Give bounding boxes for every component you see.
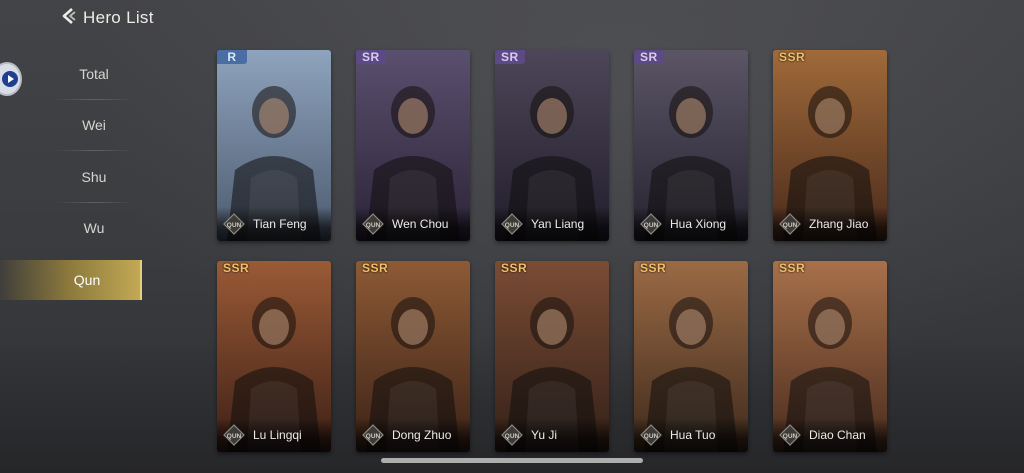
hero-card[interactable]: SR QUN Yan Liang bbox=[495, 50, 609, 241]
tab-label: Wei bbox=[82, 117, 106, 134]
hero-card[interactable]: R QUN Tian Feng bbox=[217, 50, 331, 241]
tab-label: Wu bbox=[83, 220, 105, 237]
hero-card[interactable]: SR QUN Hua Xiong bbox=[634, 50, 748, 241]
rarity-badge: SR bbox=[495, 50, 525, 64]
hero-card-footer: QUN Hua Tuo bbox=[634, 418, 748, 452]
hero-name: Wen Chou bbox=[392, 217, 449, 231]
page-title: Hero List bbox=[83, 8, 154, 27]
hero-card-footer: QUN Diao Chan bbox=[773, 418, 887, 452]
hero-card[interactable]: SSR QUN Yu Ji bbox=[495, 261, 609, 452]
faction-badge-text: QUN bbox=[505, 433, 520, 440]
faction-tabs: Total Wei Shu Wu Qun bbox=[0, 48, 154, 300]
tab-total[interactable]: Total bbox=[34, 48, 154, 100]
faction-badge-text: QUN bbox=[783, 222, 798, 229]
tab-wu[interactable]: Wu bbox=[34, 203, 154, 255]
rarity-badge: SSR bbox=[779, 261, 806, 275]
tab-label: Total bbox=[79, 65, 109, 82]
back-arrow-icon bbox=[60, 7, 78, 30]
hero-card-footer: QUN Dong Zhuo bbox=[356, 418, 470, 452]
hero-name: Dong Zhuo bbox=[392, 428, 452, 442]
hero-name: Yu Ji bbox=[531, 428, 558, 442]
hero-list-screen: Hero List Total Wei Shu Wu Qun R QUN Tian … bbox=[0, 0, 1024, 473]
rarity-badge: SR bbox=[634, 50, 664, 64]
hero-card[interactable]: SSR QUN Lu Lingqi bbox=[217, 261, 331, 452]
rarity-badge: SSR bbox=[779, 50, 806, 64]
faction-qun-icon: QUN bbox=[779, 213, 801, 235]
faction-badge-text: QUN bbox=[366, 433, 381, 440]
hero-name: Lu Lingqi bbox=[253, 428, 302, 442]
hero-card[interactable]: SSR QUN Hua Tuo bbox=[634, 261, 748, 452]
faction-qun-icon: QUN bbox=[223, 213, 245, 235]
hero-card-footer: QUN Lu Lingqi bbox=[217, 418, 331, 452]
faction-qun-icon: QUN bbox=[779, 424, 801, 446]
tab-qun[interactable]: Qun bbox=[0, 260, 142, 300]
rarity-badge: SR bbox=[356, 50, 386, 64]
hero-card-footer: QUN Wen Chou bbox=[356, 207, 470, 241]
hero-card[interactable]: SSR QUN Dong Zhuo bbox=[356, 261, 470, 452]
faction-qun-icon: QUN bbox=[362, 424, 384, 446]
play-icon bbox=[2, 71, 18, 87]
rarity-badge: SSR bbox=[501, 261, 528, 275]
faction-qun-icon: QUN bbox=[501, 213, 523, 235]
faction-badge-text: QUN bbox=[227, 433, 242, 440]
faction-badge-text: QUN bbox=[227, 222, 242, 229]
hero-card-footer: QUN Zhang Jiao bbox=[773, 207, 887, 241]
rarity-badge: R bbox=[217, 50, 247, 64]
hero-card-footer: QUN Tian Feng bbox=[217, 207, 331, 241]
tab-label: Shu bbox=[81, 168, 107, 185]
faction-badge-text: QUN bbox=[644, 433, 659, 440]
side-toggle-button[interactable] bbox=[0, 62, 22, 96]
header: Hero List bbox=[60, 6, 154, 30]
faction-qun-icon: QUN bbox=[640, 213, 662, 235]
tab-wei[interactable]: Wei bbox=[34, 100, 154, 151]
faction-badge-text: QUN bbox=[783, 433, 798, 440]
faction-badge-text: QUN bbox=[644, 222, 659, 229]
hero-card-footer: QUN Yu Ji bbox=[495, 418, 609, 452]
rarity-badge: SSR bbox=[223, 261, 250, 275]
faction-qun-icon: QUN bbox=[640, 424, 662, 446]
back-button[interactable]: Hero List bbox=[60, 7, 154, 30]
tab-label: Qun bbox=[73, 272, 101, 288]
hero-name: Diao Chan bbox=[809, 428, 866, 442]
hero-card-footer: QUN Yan Liang bbox=[495, 207, 609, 241]
faction-badge-text: QUN bbox=[366, 222, 381, 229]
rarity-badge: SSR bbox=[362, 261, 389, 275]
hero-name: Tian Feng bbox=[253, 217, 307, 231]
hero-card[interactable]: SSR QUN Diao Chan bbox=[773, 261, 887, 452]
home-indicator bbox=[381, 458, 643, 463]
tab-shu[interactable]: Shu bbox=[34, 151, 154, 203]
faction-qun-icon: QUN bbox=[362, 213, 384, 235]
hero-card-footer: QUN Hua Xiong bbox=[634, 207, 748, 241]
faction-badge-text: QUN bbox=[505, 222, 520, 229]
rarity-badge: SSR bbox=[640, 261, 667, 275]
hero-card[interactable]: SR QUN Wen Chou bbox=[356, 50, 470, 241]
hero-name: Hua Tuo bbox=[670, 428, 716, 442]
hero-name: Hua Xiong bbox=[670, 217, 727, 231]
hero-name: Yan Liang bbox=[531, 217, 585, 231]
faction-qun-icon: QUN bbox=[223, 424, 245, 446]
hero-card[interactable]: SSR QUN Zhang Jiao bbox=[773, 50, 887, 241]
faction-qun-icon: QUN bbox=[501, 424, 523, 446]
hero-name: Zhang Jiao bbox=[809, 217, 869, 231]
